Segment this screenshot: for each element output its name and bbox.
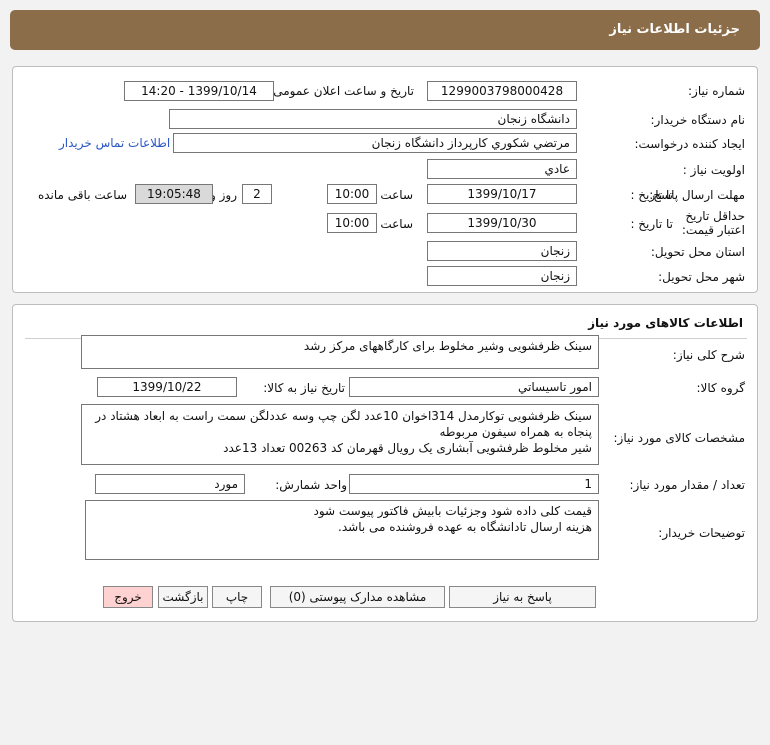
general-description-field: سینک ظرفشویی وشیر مخلوط برای کارگاههای م… — [81, 335, 599, 369]
unit-label: واحد شمارش: — [275, 478, 347, 492]
validity-date-field: 1399/10/30 — [427, 213, 577, 233]
unit-field: مورد — [95, 474, 245, 494]
need-number-label: شماره نیاز: — [688, 84, 745, 98]
announce-label: تاریخ و ساعت اعلان عمومی: — [269, 84, 414, 98]
price-validity-label: حداقل تاریخ اعتبار قیمت: — [681, 209, 745, 237]
city-label: شهر محل تحویل: — [658, 270, 745, 284]
reply-time-field: 10:00 — [327, 184, 377, 204]
notes-line: هزینه ارسال تادانشگاه به عهده فروشنده می… — [338, 520, 592, 534]
province-field: زنجان — [427, 241, 577, 261]
back-button[interactable]: بازگشت — [158, 586, 208, 608]
need-date-field: 1399/10/22 — [97, 377, 237, 397]
goods-spec-label: مشخصات کالای مورد نیاز: — [613, 431, 745, 445]
spec-line: سینک ظرفشویی توکارمدل 314اخوان 10عدد لگن… — [95, 409, 592, 423]
days-remaining-field: 2 — [242, 184, 272, 204]
buyer-contact-link[interactable]: اطلاعات تماس خریدار — [59, 136, 170, 150]
page-title: جزئیات اطلاعات نیاز — [609, 22, 740, 37]
quantity-label: تعداد / مقدار مورد نیاز: — [629, 478, 745, 492]
buyer-label: نام دستگاه خریدار: — [650, 113, 746, 127]
validity-time-field: 10:00 — [327, 213, 377, 233]
need-number-field: 1299003798000428 — [427, 81, 577, 101]
need-date-label: تاریخ نیاز به کالا: — [263, 381, 345, 395]
notes-line: قیمت کلی داده شود وجزئیات بابیش فاکتور پ… — [313, 504, 592, 518]
need-info-panel: شماره نیاز: 1299003798000428 تاریخ و ساع… — [12, 66, 758, 293]
reply-button[interactable]: پاسخ به نیاز — [449, 586, 596, 608]
remaining-time-label: ساعت باقی مانده — [37, 188, 127, 202]
remaining-time-field: 19:05:48 — [135, 184, 213, 204]
goods-section-title: اطلاعات کالاهای مورد نیاز — [588, 316, 743, 330]
reply-until-label: تا تاریخ : — [630, 188, 673, 202]
buyer-notes-field: قیمت کلی داده شود وجزئیات بابیش فاکتور پ… — [85, 500, 599, 560]
buyer-notes-label: توضیحات خریدار: — [658, 526, 745, 540]
spec-line: پنجاه به همراه سیفون مربوطه — [439, 425, 592, 439]
goods-panel: اطلاعات کالاهای مورد نیاز شرح کلی نیاز: … — [12, 304, 758, 622]
goods-group-field: امور تاسیساتي — [349, 377, 599, 397]
reply-date-field: 1399/10/17 — [427, 184, 577, 204]
quantity-field: 1 — [349, 474, 599, 494]
priority-label: اولویت نیاز : — [682, 163, 745, 177]
priority-field: عادي — [427, 159, 577, 179]
validity-time-label: ساعت — [380, 217, 413, 231]
view-attachments-button[interactable]: مشاهده مدارک پیوستی (0) — [270, 586, 445, 608]
validity-until-label: تا تاریخ : — [630, 217, 673, 231]
print-button[interactable]: چاپ — [212, 586, 262, 608]
city-field: زنجان — [427, 266, 577, 286]
creator-label: ایجاد کننده درخواست: — [634, 137, 745, 151]
province-label: استان محل تحویل: — [650, 245, 745, 259]
days-label: روز و — [210, 188, 237, 202]
goods-spec-field: سینک ظرفشویی توکارمدل 314اخوان 10عدد لگن… — [81, 404, 599, 465]
goods-group-label: گروه کالا: — [696, 381, 746, 395]
spec-line: شیر مخلوط ظرفشویی آبشاری یک رویال قهرمان… — [223, 441, 592, 455]
buyer-field: دانشگاه زنجان — [169, 109, 577, 129]
page-header: جزئیات اطلاعات نیاز — [10, 10, 760, 50]
creator-field: مرتضي شكوري كارپرداز دانشگاه زنجان — [173, 133, 577, 153]
announce-datetime-field: 1399/10/14 - 14:20 — [124, 81, 274, 101]
reply-time-label: ساعت — [380, 188, 413, 202]
exit-button[interactable]: خروج — [103, 586, 153, 608]
general-description-label: شرح کلی نیاز: — [672, 348, 745, 362]
